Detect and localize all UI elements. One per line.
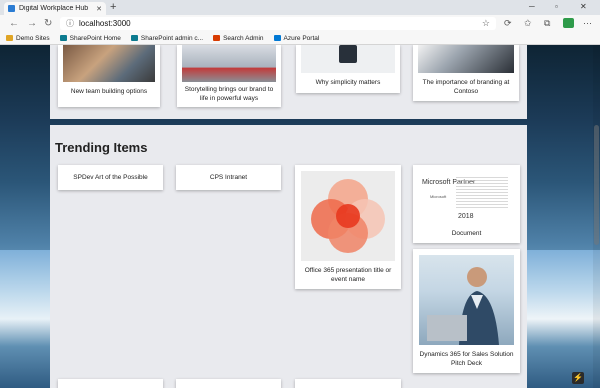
forward-icon[interactable]: → (27, 18, 37, 29)
browser-titlebar: Digital Workplace Hub ✕ + ─ ▫ ✕ (0, 0, 600, 15)
news-card[interactable]: Why simplicity matters (296, 45, 400, 93)
favorite-link[interactable]: Demo Sites (6, 35, 50, 42)
trending-item-card[interactable]: Dynamics 365 for Sales Solution Pitch De… (413, 249, 520, 373)
address-bar[interactable]: ⓘ localhost:3000 ☆ (60, 17, 496, 30)
news-card-title: The importance of branding at Contoso (422, 79, 510, 95)
more-menu-icon[interactable]: ⋯ (583, 18, 592, 29)
news-card[interactable]: Storytelling brings our brand to life in… (177, 45, 281, 107)
page-viewport: New team building options Storytelling b… (0, 45, 600, 388)
favorite-label: Azure Portal (283, 34, 320, 42)
tab-favicon-icon (8, 5, 15, 12)
favorite-label: Demo Sites (16, 34, 50, 42)
new-tab-icon[interactable]: + (110, 1, 116, 13)
favorite-label: SharePoint Home (69, 34, 121, 42)
url-text[interactable]: localhost:3000 (79, 19, 477, 28)
document-thumbnail: Microsoft Partner Microsoft 2018 (418, 169, 515, 224)
trending-item-title: Dynamics 365 for Sales Solution Pitch De… (419, 351, 514, 367)
thumb-year: 2018 (458, 213, 474, 220)
thumb-sub: Microsoft (430, 194, 447, 199)
favorite-label: SharePoint admin c... (140, 34, 204, 42)
minimize-icon[interactable]: ─ (529, 2, 535, 11)
news-card-thumbnail (63, 45, 155, 82)
favorite-label: Search Admin (223, 34, 264, 42)
site-icon (213, 35, 221, 41)
news-card-thumbnail (301, 45, 395, 73)
maximize-icon[interactable]: ▫ (555, 2, 558, 11)
browser-tab[interactable]: Digital Workplace Hub ✕ (4, 2, 106, 15)
background-mountain-left (0, 250, 50, 388)
close-window-icon[interactable]: ✕ (580, 2, 587, 11)
trending-item-card[interactable] (295, 379, 401, 388)
trending-item-title: SPDev Art of the Possible (73, 174, 148, 181)
site-icon (273, 35, 281, 41)
trending-item-card[interactable]: SPDev Art of the Possible (58, 165, 163, 190)
trending-items-heading: Trending Items (55, 140, 148, 155)
dynamics-thumbnail (419, 255, 514, 345)
scrollbar-thumb[interactable] (594, 125, 599, 245)
trending-item-card[interactable]: Microsoft Partner Microsoft 2018 Documen… (413, 165, 520, 243)
collections-icon[interactable]: ⧉ (544, 18, 550, 29)
trending-item-title: Document (451, 230, 482, 237)
news-card-thumbnail (418, 45, 514, 73)
favorite-link[interactable]: SharePoint admin c... (130, 34, 204, 42)
news-card-title: Storytelling brings our brand to life in… (184, 86, 274, 102)
site-icon (59, 35, 67, 41)
office-thumbnail (301, 171, 395, 261)
site-icon (130, 35, 138, 41)
favorites-icon[interactable]: ✩ (524, 18, 532, 29)
background-mountain-right (527, 250, 600, 388)
news-card-thumbnail (182, 45, 276, 82)
favorite-link[interactable]: Search Admin (213, 34, 264, 42)
trending-item-card[interactable] (176, 379, 281, 388)
trending-item-title: CPS Intranet (209, 174, 248, 181)
close-tab-icon[interactable]: ✕ (96, 5, 102, 13)
favorite-link[interactable]: SharePoint Home (59, 34, 121, 42)
folder-icon (6, 35, 13, 41)
favorite-star-icon[interactable]: ☆ (482, 18, 490, 29)
news-card[interactable]: New team building options (58, 45, 160, 107)
news-card-title: Why simplicity matters (315, 79, 381, 86)
news-card[interactable]: The importance of branding at Contoso (413, 45, 519, 101)
trending-item-card[interactable] (58, 379, 163, 388)
address-toolbar: ← → ↻ ⓘ localhost:3000 ☆ ⟳ ✩ ⧉ ⋯ (0, 15, 600, 32)
profile-icon[interactable] (563, 18, 574, 28)
favorite-link[interactable]: Azure Portal (273, 34, 320, 42)
favorites-bar: Demo Sites SharePoint Home SharePoint admi… (0, 32, 600, 45)
news-card-title: New team building options (70, 88, 148, 95)
tab-title: Digital Workplace Hub (19, 5, 89, 12)
trending-item-card[interactable]: CPS Intranet (176, 165, 281, 190)
reading-view-icon[interactable]: ⟳ (504, 18, 512, 29)
page-scrollbar[interactable] (593, 45, 600, 388)
lightning-icon[interactable]: ⚡ (572, 372, 584, 384)
refresh-icon[interactable]: ↻ (44, 18, 52, 29)
trending-item-card[interactable]: Office 365 presentation title or event n… (295, 165, 401, 289)
back-icon[interactable]: ← (9, 18, 19, 29)
trending-item-title: Office 365 presentation title or event n… (304, 267, 392, 283)
site-info-icon[interactable]: ⓘ (66, 18, 74, 29)
